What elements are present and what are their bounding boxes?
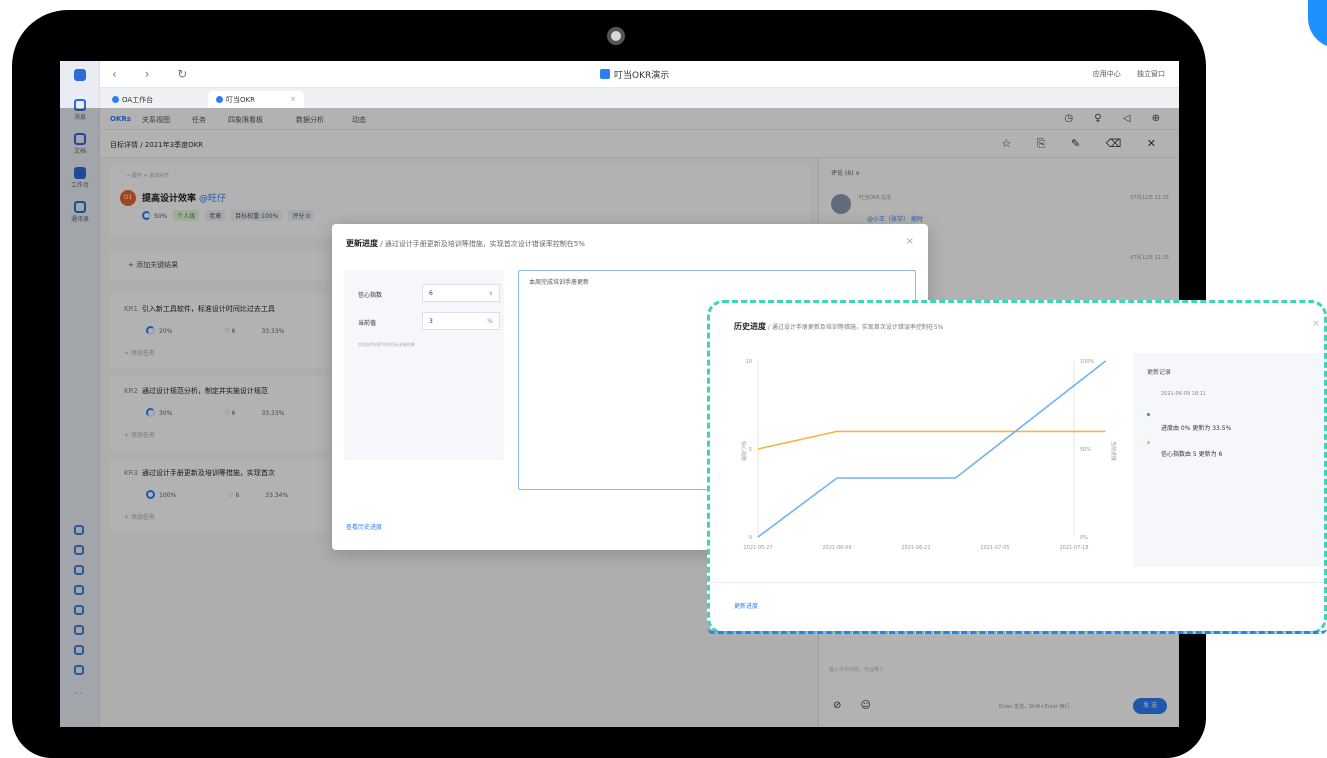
decorative-blue-circle	[1308, 0, 1327, 48]
tab-oa-icon	[112, 96, 119, 103]
update-log-entry: 信心指数由 5 更新为 6	[1161, 451, 1223, 458]
close-icon[interactable]: ×	[906, 236, 914, 247]
update-log-title: 更新记录	[1147, 369, 1172, 376]
right-tick-label: 0%	[1080, 535, 1088, 541]
update-log: 更新记录 2021-06-09 18:11 进度由 0% 更新为 33.5% 信…	[1133, 353, 1323, 567]
view-history-link[interactable]: 查看历史进度	[346, 522, 382, 531]
title-bar: ‹ › ↻ 叮当OKR演示 应用中心 独立窗口	[60, 61, 1179, 88]
goal-hint: 实现由0%到5%的目标关键结果	[358, 342, 415, 347]
stage: ‹ › ↻ 叮当OKR演示 应用中心 独立窗口 OA工作台 叮当OKR × 消息 …	[0, 0, 1327, 758]
x-tick-label: 2021-07-05	[980, 545, 1009, 551]
progress-dot-icon	[1147, 413, 1150, 416]
window-title-text: 叮当OKR演示	[614, 71, 670, 81]
progress-series-line	[757, 360, 1107, 538]
tab-okr-icon	[216, 96, 223, 103]
divider	[710, 582, 1324, 583]
current-value-suffix: %	[487, 318, 493, 325]
left-tick-label: 0	[749, 535, 752, 541]
confidence-value: 6	[429, 290, 433, 297]
x-tick-label: 2021-06-22	[901, 545, 930, 551]
popup-title-text: 历史进度	[734, 322, 766, 331]
popup-subtitle: / 通过设计手册更新及培训等措施，实现首次设计错误率控制在5%	[766, 324, 944, 331]
tab-okr[interactable]: 叮当OKR ×	[208, 91, 304, 108]
left-tick-label: 10	[746, 359, 752, 365]
x-tick-label: 2021-07-18	[1059, 545, 1088, 551]
independent-window-button[interactable]: 独立窗口	[1137, 70, 1165, 78]
right-tick-label: 100%	[1080, 359, 1095, 365]
modal-title: 更新进度 / 通过设计手册更新及培训等措施，实现首次设计错误率控制在5%	[346, 238, 585, 249]
grid-icon	[74, 69, 86, 81]
nav-buttons[interactable]: ‹ › ↻	[112, 67, 199, 81]
window-title: 叮当OKR演示	[600, 68, 669, 81]
x-tick-label: 2021-06-09	[822, 545, 851, 551]
left-tick-label: 5	[749, 447, 752, 453]
current-value-label: 当前值	[358, 320, 377, 327]
left-axis-label: 信心指数	[740, 441, 747, 461]
modal-subtitle: / 通过设计手册更新及培训等措施，实现首次设计错误率控制在5%	[378, 240, 585, 248]
current-value-input[interactable]: 3%	[422, 312, 500, 330]
app-logo-icon	[600, 69, 610, 79]
chevron-down-icon: ∨	[488, 290, 493, 297]
camera-icon	[607, 27, 625, 45]
confidence-series-line	[757, 430, 1106, 450]
update-log-date: 2021-06-09 18:11	[1161, 391, 1207, 397]
update-log-entry: 进度由 0% 更新为 33.5%	[1161, 425, 1232, 432]
history-progress-popup: 历史进度 / 通过设计手册更新及培训等措施，实现首次设计错误率控制在5% × 0…	[707, 300, 1327, 634]
tab-oa-label: OA工作台	[122, 96, 154, 104]
update-progress-link[interactable]: 更新进度	[734, 601, 758, 610]
close-icon[interactable]: ×	[1312, 319, 1320, 329]
app-center-button[interactable]: 应用中心	[1093, 70, 1121, 78]
confidence-dot-icon	[1147, 441, 1150, 444]
progress-form: 信心指数 6 ∨ 当前值 3% 实现由0%到5%的目标关键结果	[344, 270, 504, 460]
rail-home[interactable]	[68, 69, 92, 82]
current-value: 3	[429, 318, 433, 325]
right-axis-label: 当前进度	[1110, 441, 1117, 461]
tab-oa[interactable]: OA工作台	[104, 91, 161, 108]
right-tick-label: 50%	[1080, 447, 1091, 453]
x-tick-label: 2021-05-27	[743, 545, 772, 551]
history-chart: 05100%50%100%2021-05-27 2021-06-09 2021-06…	[740, 359, 1117, 551]
popup-title: 历史进度 / 通过设计手册更新及培训等措施，实现首次设计错误率控制在5%	[734, 321, 943, 332]
confidence-select[interactable]: 6 ∨	[422, 284, 500, 302]
tab-okr-label: 叮当OKR	[226, 96, 255, 104]
top-right-actions: 应用中心 独立窗口	[1079, 69, 1165, 79]
confidence-label: 信心指数	[358, 292, 383, 299]
modal-title-text: 更新进度	[346, 239, 378, 248]
tab-close-icon[interactable]: ×	[290, 95, 296, 103]
